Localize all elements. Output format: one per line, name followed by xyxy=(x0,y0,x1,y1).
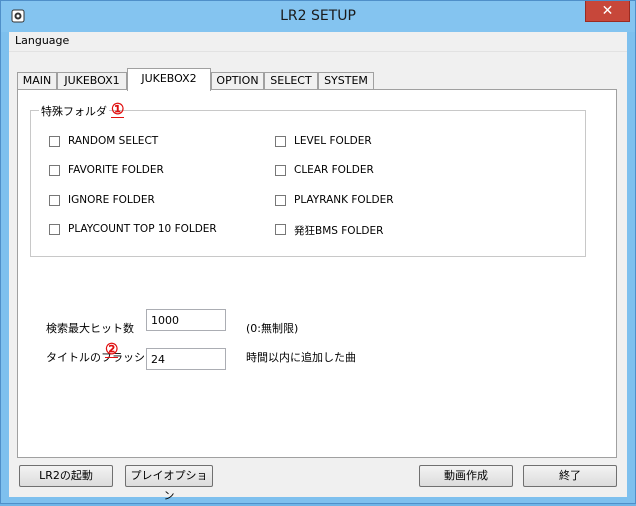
window: LR2 SETUP ✕ Language MAIN JUKEBOX1 JUKEB… xyxy=(0,0,636,504)
tab-select[interactable]: SELECT xyxy=(264,72,318,90)
special-folders-group: 特殊フォルダ RANDOM SELECT FAVORITE FOLDER IGN… xyxy=(30,103,586,257)
checkbox-label: FAVORITE FOLDER xyxy=(68,164,164,176)
client-area: Language MAIN JUKEBOX1 JUKEBOX2 OPTION S… xyxy=(9,32,627,502)
window-title: LR2 SETUP xyxy=(280,8,356,24)
checkbox-box[interactable] xyxy=(49,165,60,176)
checkbox-label: PLAYCOUNT TOP 10 FOLDER xyxy=(68,223,217,235)
checkbox-label: IGNORE FOLDER xyxy=(68,194,155,206)
checkbox-box[interactable] xyxy=(49,136,60,147)
title-bar[interactable]: LR2 SETUP ✕ xyxy=(1,1,635,32)
checkbox-label: CLEAR FOLDER xyxy=(294,164,374,176)
close-icon: ✕ xyxy=(601,3,614,19)
checkbox-label: LEVEL FOLDER xyxy=(294,135,372,147)
search-max-hint: (0:無制限) xyxy=(246,322,299,335)
launch-lr2-button[interactable]: LR2の起動 xyxy=(19,465,113,487)
checkbox-box[interactable] xyxy=(275,165,286,176)
checkbox-box[interactable] xyxy=(275,195,286,206)
make-movie-button[interactable]: 動画作成 xyxy=(419,465,513,487)
checkbox-label: RANDOM SELECT xyxy=(68,135,159,147)
tab-main[interactable]: MAIN xyxy=(17,72,57,90)
exit-button[interactable]: 終了 xyxy=(523,465,617,487)
search-max-input[interactable] xyxy=(146,309,226,331)
search-max-label: 検索最大ヒット数 xyxy=(46,322,134,335)
checkbox-box[interactable] xyxy=(49,224,60,235)
checkbox-label: 発狂BMS FOLDER xyxy=(294,225,384,237)
checkbox-box[interactable] xyxy=(49,195,60,206)
title-flash-hint: 時間以内に追加した曲 xyxy=(246,351,356,364)
play-option-button[interactable]: プレイオプション xyxy=(125,465,213,502)
checkbox-box[interactable] xyxy=(275,136,286,147)
tab-option[interactable]: OPTION xyxy=(211,72,264,90)
tab-system[interactable]: SYSTEM xyxy=(318,72,374,90)
checkbox-box[interactable] xyxy=(275,224,286,235)
tab-jukebox2[interactable]: JUKEBOX2 xyxy=(127,68,211,91)
tab-jukebox1[interactable]: JUKEBOX1 xyxy=(57,72,127,90)
close-button[interactable]: ✕ xyxy=(585,1,630,22)
jukebox2-panel: 特殊フォルダ RANDOM SELECT FAVORITE FOLDER IGN… xyxy=(17,89,617,458)
annotation-two: ② xyxy=(105,340,119,358)
menu-bar: Language xyxy=(9,32,627,52)
title-flash-label: タイトルのフラッシュ xyxy=(46,351,156,364)
group-label: 特殊フォルダ xyxy=(39,103,109,119)
menu-language[interactable]: Language xyxy=(15,34,69,47)
title-flash-input[interactable] xyxy=(146,348,226,370)
annotation-one: ① xyxy=(111,100,125,118)
checkbox-label: PLAYRANK FOLDER xyxy=(294,194,394,206)
